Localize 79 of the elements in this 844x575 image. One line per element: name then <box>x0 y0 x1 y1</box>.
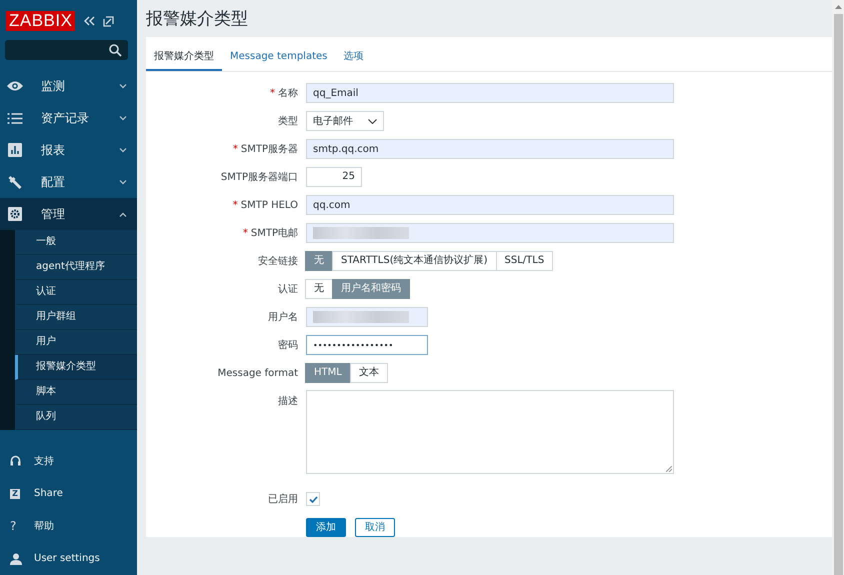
field-label: 用户名 <box>268 312 298 323</box>
chevron-down-icon <box>119 116 127 120</box>
field-label: 安全链接 <box>258 256 298 267</box>
required-asterisk: * <box>242 228 248 239</box>
type-dropdown[interactable]: 电子邮件 <box>306 111 384 131</box>
input-field[interactable] <box>306 307 428 327</box>
field-label: SMTP服务器端口 <box>220 172 298 183</box>
menu-item[interactable]: 监测 <box>0 70 137 102</box>
chevron-down-icon <box>119 84 127 88</box>
tab[interactable]: 报警媒介类型 <box>146 45 222 71</box>
zabbix-logo[interactable]: ZABBIX <box>6 11 76 31</box>
menu-item[interactable]: 报表 <box>0 134 137 166</box>
field-label: 已启用 <box>268 494 298 505</box>
radio-option[interactable]: STARTTLS(纯文本通信协议扩展) <box>332 251 497 271</box>
radio-option[interactable]: SSL/TLS <box>496 251 554 271</box>
port-field[interactable]: 25 <box>306 167 362 187</box>
field-label: 名称 <box>278 88 298 99</box>
help-icon: ? <box>10 519 16 534</box>
radio-option[interactable]: 无 <box>305 279 333 299</box>
chevron-down-icon <box>119 180 127 184</box>
eye-icon <box>7 80 23 92</box>
menu-item[interactable]: 管理 <box>0 198 137 230</box>
menu-label: 管理 <box>41 206 66 222</box>
field-label: SMTP HELO <box>240 200 298 210</box>
field-label: 类型 <box>278 116 298 127</box>
share-icon: Z <box>10 488 20 499</box>
search-field[interactable] <box>5 40 128 60</box>
tab[interactable]: 选项 <box>335 45 372 71</box>
collapse-icon[interactable] <box>83 16 96 26</box>
menu-link[interactable]: 帮助 <box>34 519 54 534</box>
field-label: Message format <box>218 368 298 378</box>
menu-item[interactable]: 资产记录 <box>0 102 137 134</box>
page-title: 报警媒介类型 <box>146 8 249 31</box>
required-asterisk: * <box>270 88 275 99</box>
menu-link[interactable]: Share <box>34 488 63 500</box>
submenu-item[interactable]: 报警媒介类型 <box>15 355 137 380</box>
chevron-up-icon <box>119 212 127 216</box>
menu-link[interactable]: 支持 <box>34 454 54 468</box>
radio-option[interactable]: 文本 <box>350 363 388 383</box>
cancel-button[interactable]: 取消 <box>355 518 395 536</box>
resize-grip-icon[interactable] <box>666 466 672 472</box>
field-label: 描述 <box>278 396 298 407</box>
menu-label: 报表 <box>41 142 66 158</box>
required-asterisk: * <box>232 144 238 155</box>
kiosk-mode-icon[interactable] <box>103 16 114 26</box>
menu-item[interactable]: 配置 <box>0 166 137 198</box>
menu-label: 配置 <box>41 174 66 190</box>
input-field[interactable]: qq.com <box>306 195 674 215</box>
scroll-up-icon[interactable] <box>835 5 842 9</box>
input-field[interactable] <box>306 223 674 243</box>
menu-link[interactable]: User settings <box>34 553 100 564</box>
gear-icon <box>7 207 23 221</box>
wrench-icon <box>7 174 23 190</box>
search-icon <box>109 44 122 56</box>
input-field[interactable]: smtp.qq.com <box>306 139 674 159</box>
chevron-down-icon <box>368 118 377 124</box>
password-field[interactable]: ••••••••••••••••• <box>306 335 428 355</box>
chart-icon <box>7 143 23 157</box>
chevron-down-icon <box>119 148 127 152</box>
checkbox[interactable] <box>306 492 320 506</box>
user-icon <box>10 552 22 565</box>
menu-label: 资产记录 <box>41 110 90 126</box>
checkmark-icon <box>308 496 318 502</box>
scrollbar[interactable] <box>832 0 844 575</box>
input-field[interactable]: qq_Email <box>306 83 674 103</box>
add-button[interactable]: 添加 <box>306 518 346 536</box>
field-label: SMTP服务器 <box>240 144 298 155</box>
field-value: qq_Email <box>313 88 358 98</box>
field-value: smtp.qq.com <box>313 144 379 154</box>
menu-label: 监测 <box>41 78 66 94</box>
field-label: SMTP电邮 <box>250 228 298 239</box>
description-field[interactable] <box>306 390 674 474</box>
headset-icon <box>10 455 21 468</box>
list-icon <box>7 112 23 124</box>
required-asterisk: * <box>232 200 238 210</box>
tab[interactable]: Message templates <box>222 45 336 71</box>
field-value: qq.com <box>313 200 350 210</box>
field-label: 密码 <box>278 340 298 351</box>
field-label: 认证 <box>278 284 298 295</box>
